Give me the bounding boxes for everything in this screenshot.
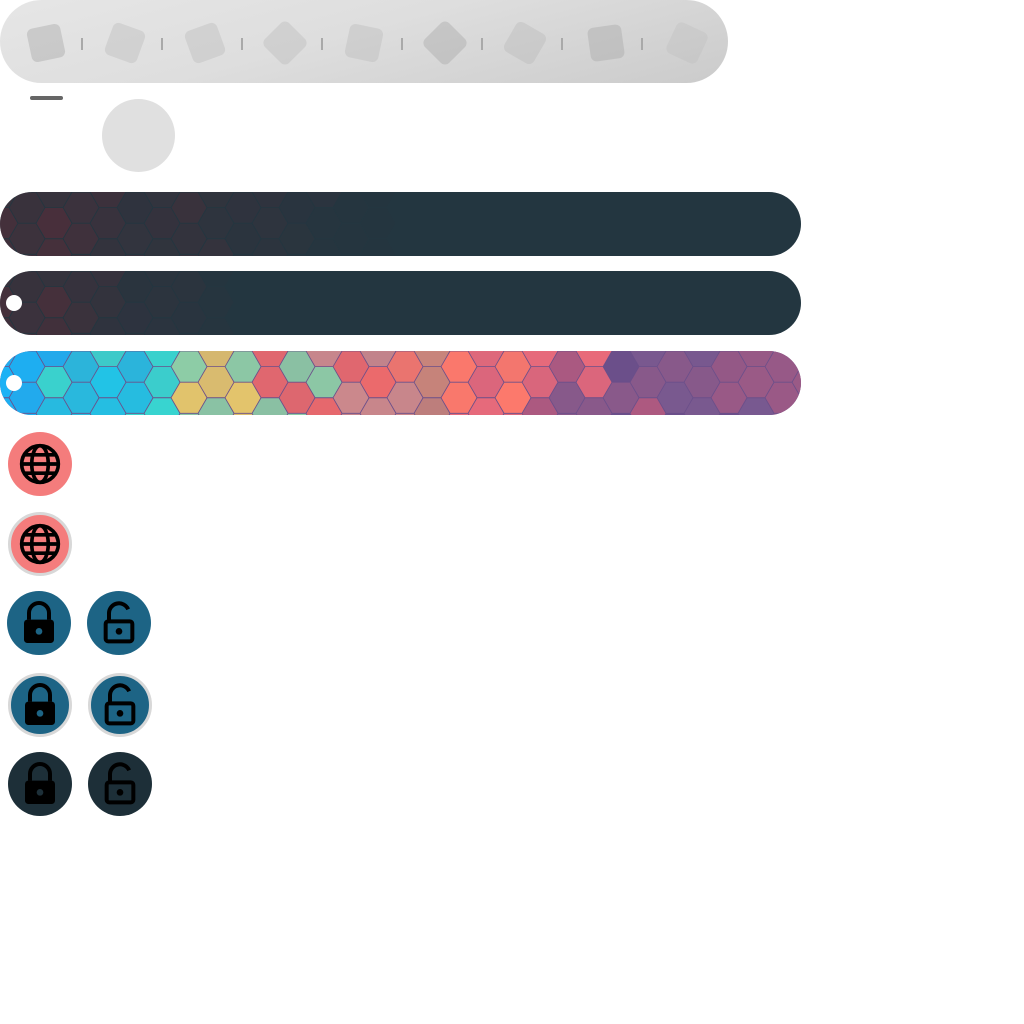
globe-icon xyxy=(19,523,61,565)
toolbar-separator xyxy=(241,38,243,50)
lock-open-icon xyxy=(104,683,136,726)
toolbar-separator xyxy=(401,38,403,50)
toolbar-slot-4[interactable] xyxy=(260,18,310,68)
toolbar-slot-5[interactable] xyxy=(343,22,385,64)
lock-closed-icon xyxy=(24,601,54,643)
drag-handle[interactable] xyxy=(30,96,63,100)
progress-bar-3[interactable] xyxy=(0,351,801,415)
toolbar-separator xyxy=(161,38,163,50)
hex-pattern xyxy=(0,351,801,415)
lock-closed-icon xyxy=(25,762,55,804)
progress-bar-1[interactable] xyxy=(0,192,801,256)
toolbar-separator xyxy=(641,38,643,50)
toolbar-separator xyxy=(481,38,483,50)
hex-pattern xyxy=(0,271,801,335)
unlock-button[interactable] xyxy=(87,591,151,655)
globe-button-selected[interactable] xyxy=(8,512,72,576)
toolbar-slot-2[interactable] xyxy=(103,21,147,65)
hex-pattern xyxy=(0,192,801,256)
toolbar-slot-3[interactable] xyxy=(183,21,227,65)
unlock-button-selected[interactable] xyxy=(88,673,152,737)
progress-bar-2[interactable] xyxy=(0,271,801,335)
toolbar-separator xyxy=(81,38,83,50)
avatar-placeholder xyxy=(102,99,175,172)
toolbar-slot-9[interactable] xyxy=(664,20,710,66)
toolbar-slot-1[interactable] xyxy=(25,22,67,64)
toolbar-slot-7[interactable] xyxy=(501,19,549,67)
unlock-button-dark[interactable] xyxy=(88,752,152,816)
toolbar-separator xyxy=(321,38,323,50)
lock-open-icon xyxy=(103,601,135,644)
globe-button[interactable] xyxy=(8,432,72,496)
toolbar xyxy=(0,0,728,83)
lock-closed-icon xyxy=(25,683,55,725)
toolbar-slot-6[interactable] xyxy=(420,18,470,68)
lock-button-selected[interactable] xyxy=(8,673,72,737)
toolbar-separator xyxy=(561,38,563,50)
bar-knob[interactable] xyxy=(6,295,22,311)
lock-button[interactable] xyxy=(7,591,71,655)
toolbar-slot-8[interactable] xyxy=(586,23,626,63)
bar-knob[interactable] xyxy=(6,375,22,391)
globe-icon xyxy=(19,443,61,485)
lock-button-dark[interactable] xyxy=(8,752,72,816)
lock-open-icon xyxy=(104,762,136,805)
